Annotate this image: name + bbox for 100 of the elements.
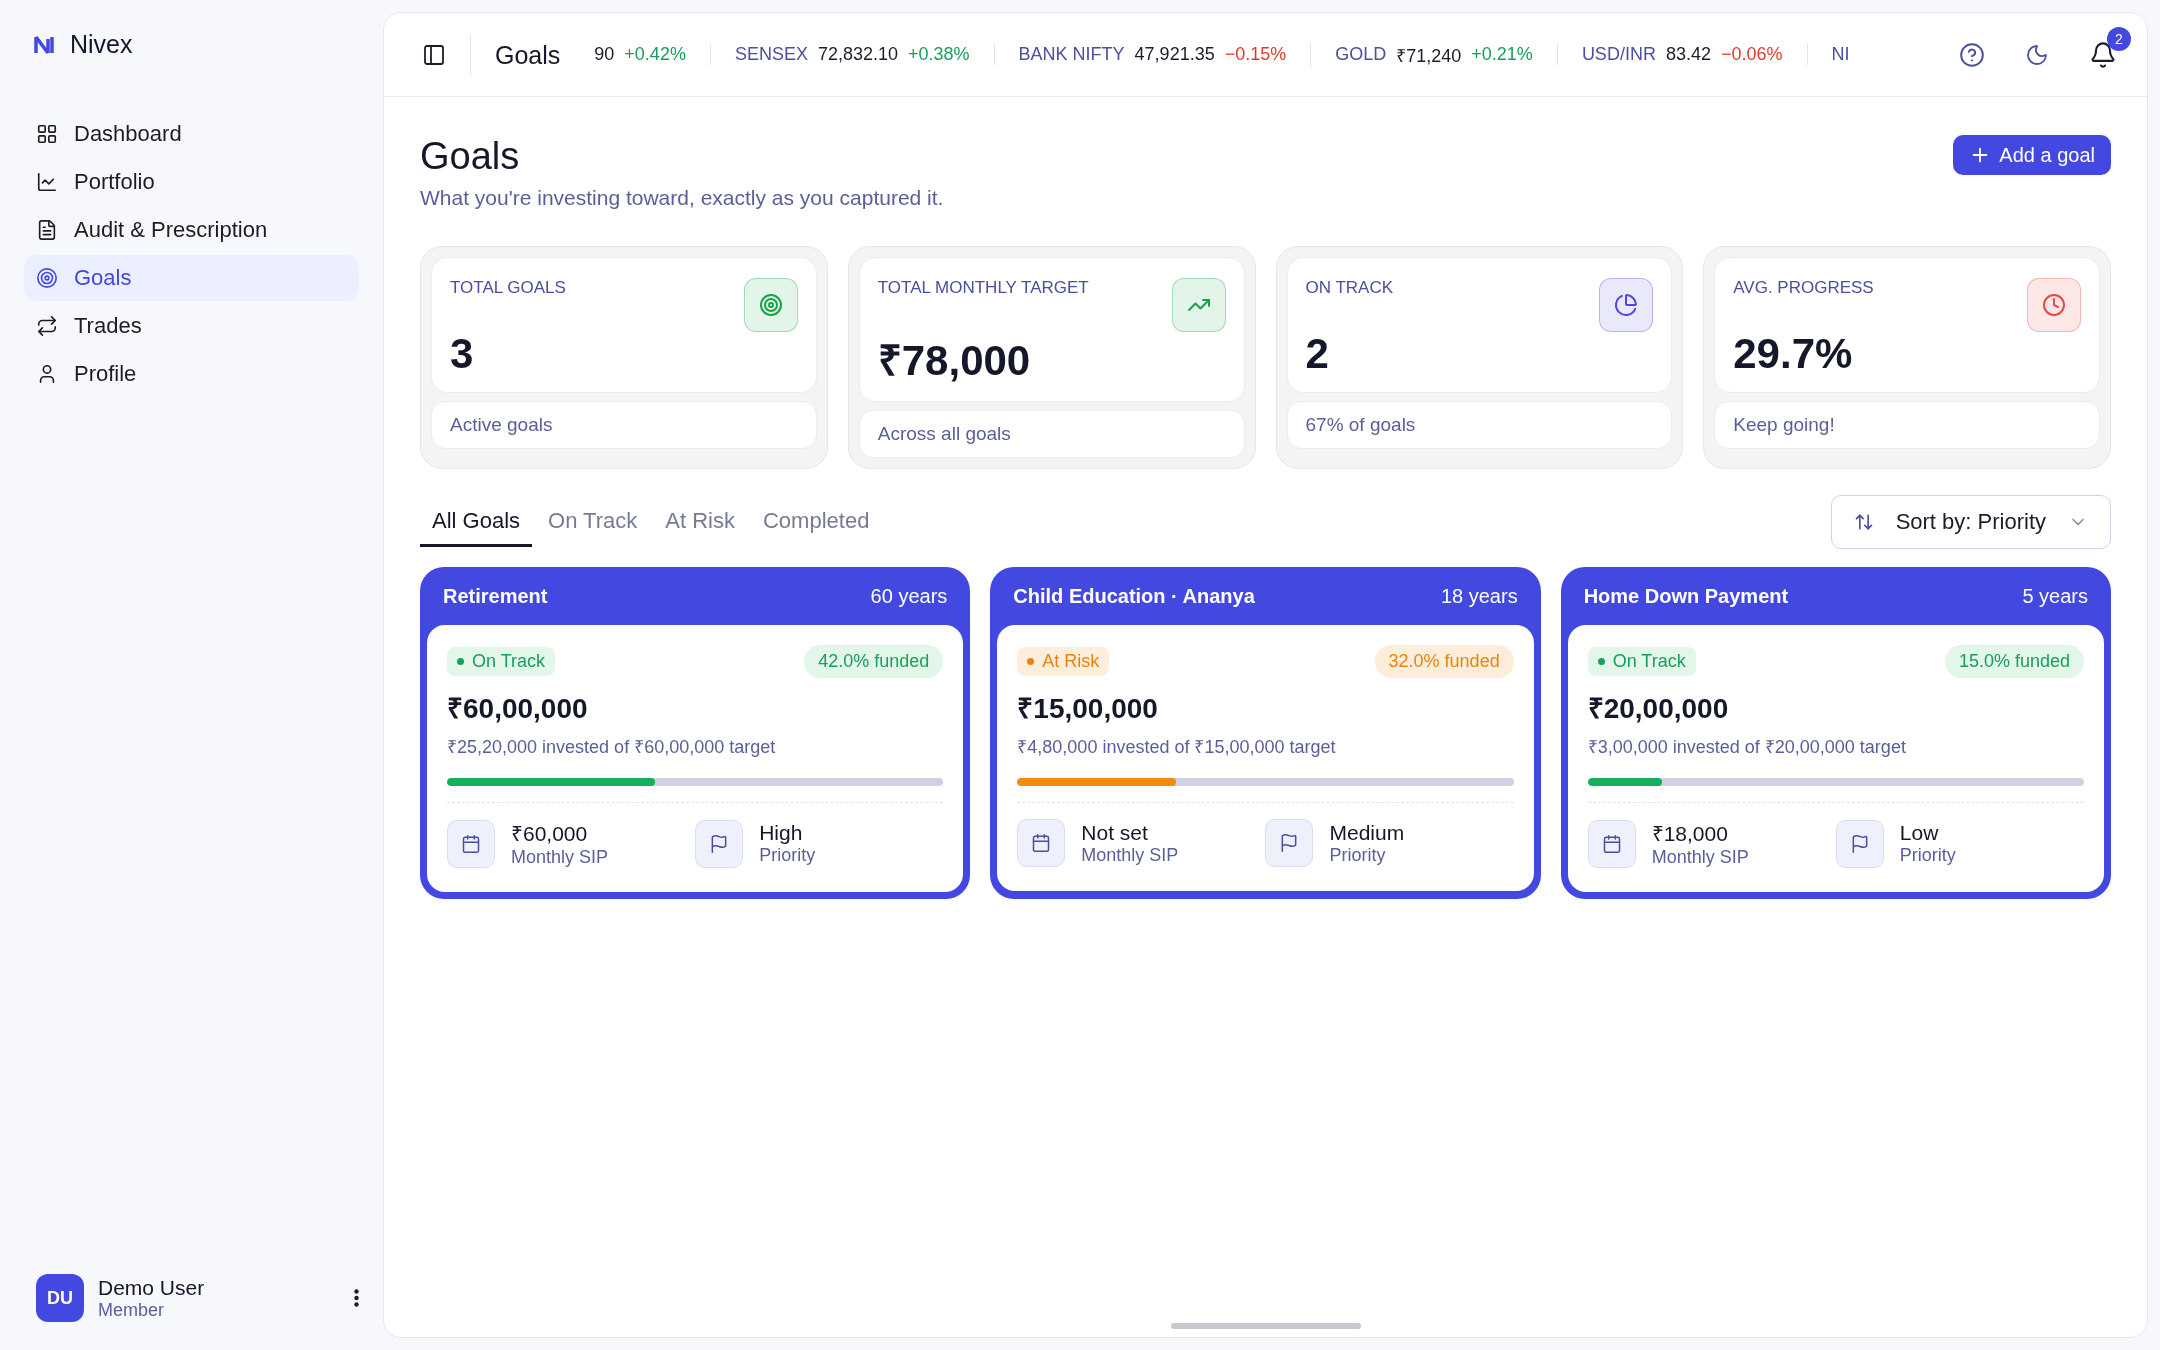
ticker-value: 72,832.10 [817,44,898,65]
filter-tab[interactable]: Completed [751,497,882,547]
nav-label: Trades [74,313,142,339]
page-subtitle: What you're investing toward, exactly as you captured it. [420,186,944,210]
target-icon [758,293,783,317]
funded-badge: 42.0% funded [804,645,944,678]
ticker-value: 47,921.35 [1134,44,1215,65]
status-badge: On Track [1587,647,1696,676]
status-badge: On Track [447,647,556,676]
priority-label: Priority [1899,845,1956,866]
nav-item[interactable]: Trades [24,303,359,349]
sidebar-toggle-button[interactable] [422,42,446,67]
ticker-value: ₹71,240 [1396,44,1462,67]
target-icon [36,267,58,289]
ticker-value: 83.42 [1665,44,1711,65]
stat-label: ON TRACK [1305,278,1394,298]
priority-value: Medium [1329,820,1405,845]
goal-name: Home Down Payment [1583,584,1789,608]
user-role: Member [98,1299,165,1321]
brand-name: Nivex [70,30,133,59]
sip-value: ₹60,000 [511,821,589,847]
calendar-icon [1017,819,1066,867]
ticker-name: SENSEX [734,44,808,65]
flag-icon [1265,819,1314,867]
stat-value: 29.7% [1733,330,1854,378]
avatar: DU [36,1274,84,1322]
stat-value: ₹78,000 [877,336,1032,386]
grid-icon [36,123,58,145]
dark-mode-button[interactable] [2025,42,2049,67]
page-title: Goals [420,135,521,178]
line-chart-icon [36,171,58,193]
add-goal-button[interactable]: Add a goal [1953,135,2111,175]
topbar-title: Goals [470,34,561,75]
sip-label: Monthly SIP [511,847,609,868]
stat-note: Keep going! [1714,401,2100,449]
sip-label: Monthly SIP [1651,847,1749,868]
sip-value: Not set [1081,820,1149,845]
logo-icon [34,34,56,55]
more-button[interactable] [354,1289,359,1307]
sip-value: ₹18,000 [1651,821,1729,847]
ticker-name: NI [1831,44,1850,65]
nav-item[interactable]: Profile [24,351,359,397]
nav-label: Portfolio [74,169,155,195]
goal-horizon: 60 years [870,584,948,608]
stat-value: 2 [1305,330,1330,378]
nav-item[interactable]: Portfolio [24,159,359,205]
ticker-value: 90 [594,44,615,65]
ticker-name: GOLD [1335,44,1387,65]
nav-label: Dashboard [74,121,182,147]
notifications-button[interactable] [2089,40,2117,69]
stat-note: Across all goals [858,410,1245,458]
filter-tab[interactable]: All Goals [420,497,533,547]
nav-label: Audit & Prescription [74,217,268,243]
goal-horizon: 18 years [1440,584,1518,608]
sort-dropdown[interactable]: Sort by: Priority [1830,495,2111,549]
more-icon [354,1289,359,1307]
goal-detail: ₹4,80,000 invested of ₹15,00,000 target [1017,736,1337,758]
goal-amount: ₹15,00,000 [1017,692,1159,726]
priority-label: Priority [1329,844,1387,866]
goal-amount: ₹60,00,000 [447,692,589,726]
funded-badge: 32.0% funded [1374,645,1514,678]
pie-chart-icon [1614,293,1639,317]
goal-detail: ₹3,00,000 invested of ₹20,00,000 target [1587,736,1907,758]
stat-label: AVG. PROGRESS [1733,278,1874,298]
ticker-name: USD/INR [1581,44,1656,65]
goal-detail: ₹25,20,000 invested of ₹60,00,000 target [447,736,777,758]
ticker-name: BANK NIFTY [1018,44,1125,65]
priority-value: High [759,821,804,845]
priority-value: Low [1899,821,1940,845]
nav-label: Profile [74,361,137,387]
goal-name: Retirement [443,584,548,608]
arrows-icon [36,315,58,337]
document-icon [36,219,58,241]
ticker-change: −0.15% [1224,44,1287,65]
help-button[interactable] [1959,41,1985,68]
stat-label: TOTAL GOALS [450,278,566,298]
nav-item[interactable]: Goals [24,255,359,301]
filter-tab[interactable]: On Track [536,497,650,547]
nav-item[interactable]: Audit & Prescription [24,207,359,253]
goal-amount: ₹20,00,000 [1587,692,1730,726]
sort-icon [1853,512,1874,532]
ticker-change: −0.06% [1720,44,1783,65]
user-name: Demo User [98,1275,206,1300]
notification-badge: 2 [2107,26,2131,51]
calendar-icon [1587,819,1636,868]
status-badge: At Risk [1017,647,1110,676]
calendar-icon [447,819,495,868]
stat-label: TOTAL MONTHLY TARGET [877,278,1089,298]
stat-note: 67% of goals [1286,401,1673,449]
goal-horizon: 5 years [2022,584,2088,608]
nav-item[interactable]: Dashboard [24,111,359,157]
goal-name: Child Education · Ananya [1013,584,1255,608]
stat-value: 3 [450,330,475,378]
filter-tab[interactable]: At Risk [653,497,747,547]
ticker-change: +0.42% [624,44,686,65]
funded-badge: 15.0% funded [1944,645,2084,678]
nav-label: Goals [74,265,132,291]
priority-label: Priority [759,845,816,866]
stat-note: Active goals [431,401,817,449]
clock-icon [2042,293,2066,317]
